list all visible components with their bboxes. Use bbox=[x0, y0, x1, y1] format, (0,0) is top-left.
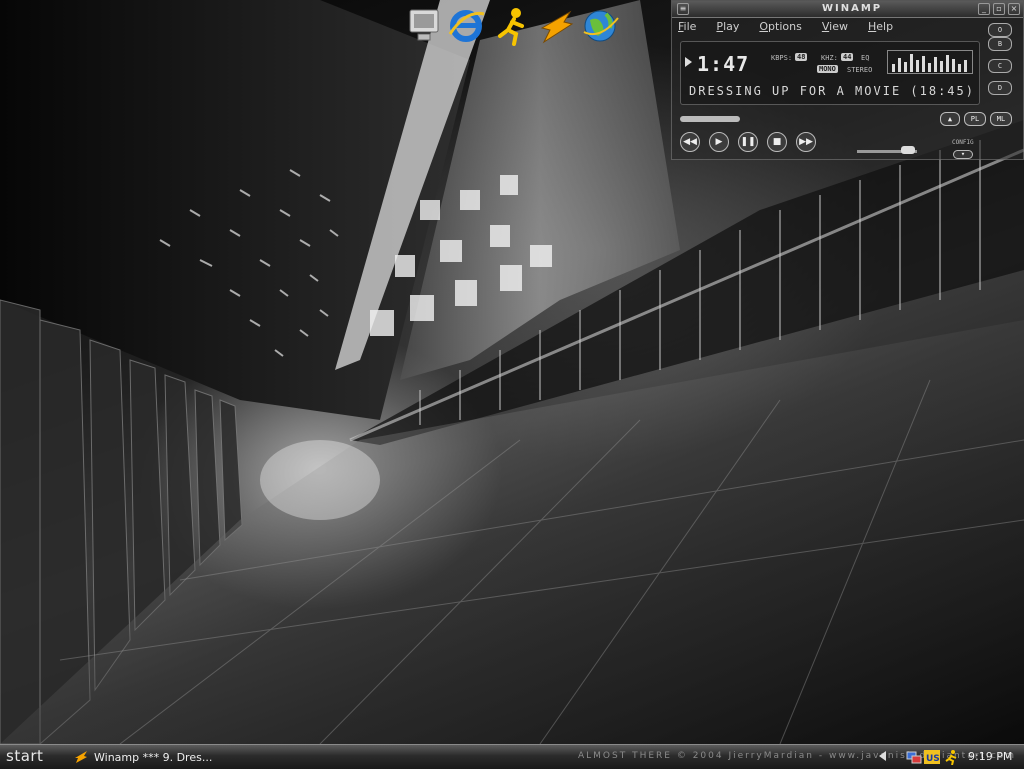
winamp-titlebar[interactable]: ≡ WINAMP _ ▫ × bbox=[672, 1, 1023, 18]
playing-indicator-icon bbox=[685, 57, 692, 67]
winamp-display: 1:47 KBPS: 48 KHZ: 44 EQ MONO STEREO DRE… bbox=[680, 41, 980, 105]
aim-running-man-icon[interactable] bbox=[492, 6, 532, 46]
show-hidden-icons-arrow-icon[interactable] bbox=[879, 751, 886, 761]
shade-button[interactable]: ▫ bbox=[993, 3, 1005, 15]
us-language-icon[interactable]: US bbox=[924, 749, 940, 765]
taskbar: start Winamp *** 9. Dres... ALMOST THERE… bbox=[0, 744, 1024, 769]
stereo-indicator: STEREO bbox=[847, 66, 873, 74]
menu-options[interactable]: Options bbox=[759, 20, 801, 33]
media-library-button[interactable]: ML bbox=[990, 112, 1012, 126]
menu-view[interactable]: View bbox=[822, 20, 848, 33]
winamp-title: WINAMP bbox=[822, 3, 883, 14]
minimize-button[interactable]: _ bbox=[978, 3, 990, 15]
kbps-label: KBPS: bbox=[771, 54, 793, 62]
winamp-window[interactable]: ≡ WINAMP _ ▫ × File Play Options View He… bbox=[671, 0, 1024, 160]
pause-button[interactable]: ❚❚ bbox=[738, 132, 758, 152]
side-button-c[interactable]: C bbox=[988, 59, 1012, 73]
side-button-b[interactable]: B bbox=[988, 37, 1012, 51]
menu-file[interactable]: File bbox=[678, 20, 696, 33]
visualizer[interactable] bbox=[887, 50, 973, 74]
winamp-taskbar-icon bbox=[75, 751, 87, 763]
kbps-value: 48 bbox=[795, 53, 808, 61]
menu-help[interactable]: Help bbox=[868, 20, 893, 33]
system-tray: US 9:19 PM bbox=[872, 745, 1024, 769]
seek-bar[interactable] bbox=[680, 116, 740, 122]
config-button[interactable]: ▾ bbox=[953, 150, 973, 159]
start-button[interactable]: start bbox=[6, 747, 43, 765]
next-button[interactable]: ▶▶ bbox=[796, 132, 816, 152]
previous-button[interactable]: ◀◀ bbox=[680, 132, 700, 152]
eq-label[interactable]: EQ bbox=[861, 54, 869, 62]
config-label: CONFIG bbox=[952, 139, 974, 146]
stop-button[interactable]: ■ bbox=[767, 132, 787, 152]
menu-play[interactable]: Play bbox=[716, 20, 739, 33]
winamp-lightning-icon[interactable] bbox=[536, 6, 576, 46]
winamp-menubar: File Play Options View Help bbox=[678, 20, 893, 33]
khz-value: 44 bbox=[841, 53, 854, 61]
side-button-o[interactable]: O bbox=[988, 23, 1012, 37]
aim-icon[interactable] bbox=[944, 749, 960, 765]
eject-button[interactable]: ▲ bbox=[940, 112, 960, 126]
clock[interactable]: 9:19 PM bbox=[968, 750, 1012, 763]
svg-text:US: US bbox=[926, 754, 940, 764]
globe-network-icon[interactable] bbox=[580, 6, 620, 46]
winamp-menu-button[interactable]: ≡ bbox=[677, 3, 689, 15]
playlist-button[interactable]: PL bbox=[964, 112, 986, 126]
close-button[interactable]: × bbox=[1008, 3, 1020, 15]
my-computer-icon[interactable] bbox=[404, 6, 444, 46]
play-button[interactable]: ▶ bbox=[709, 132, 729, 152]
side-button-d[interactable]: D bbox=[988, 81, 1012, 95]
volume-knob[interactable] bbox=[901, 146, 915, 154]
song-title-ticker[interactable]: DRESSING UP FOR A MOVIE (18:45) bbox=[689, 84, 975, 98]
khz-label: KHZ: bbox=[821, 54, 838, 62]
taskbar-item-label: Winamp *** 9. Dres... bbox=[94, 750, 213, 764]
time-display[interactable]: 1:47 bbox=[697, 52, 749, 76]
mono-indicator: MONO bbox=[817, 65, 838, 73]
taskbar-item-winamp[interactable]: Winamp *** 9. Dres... bbox=[74, 747, 224, 767]
network-icon[interactable] bbox=[906, 749, 922, 765]
internet-explorer-icon[interactable] bbox=[446, 6, 486, 46]
